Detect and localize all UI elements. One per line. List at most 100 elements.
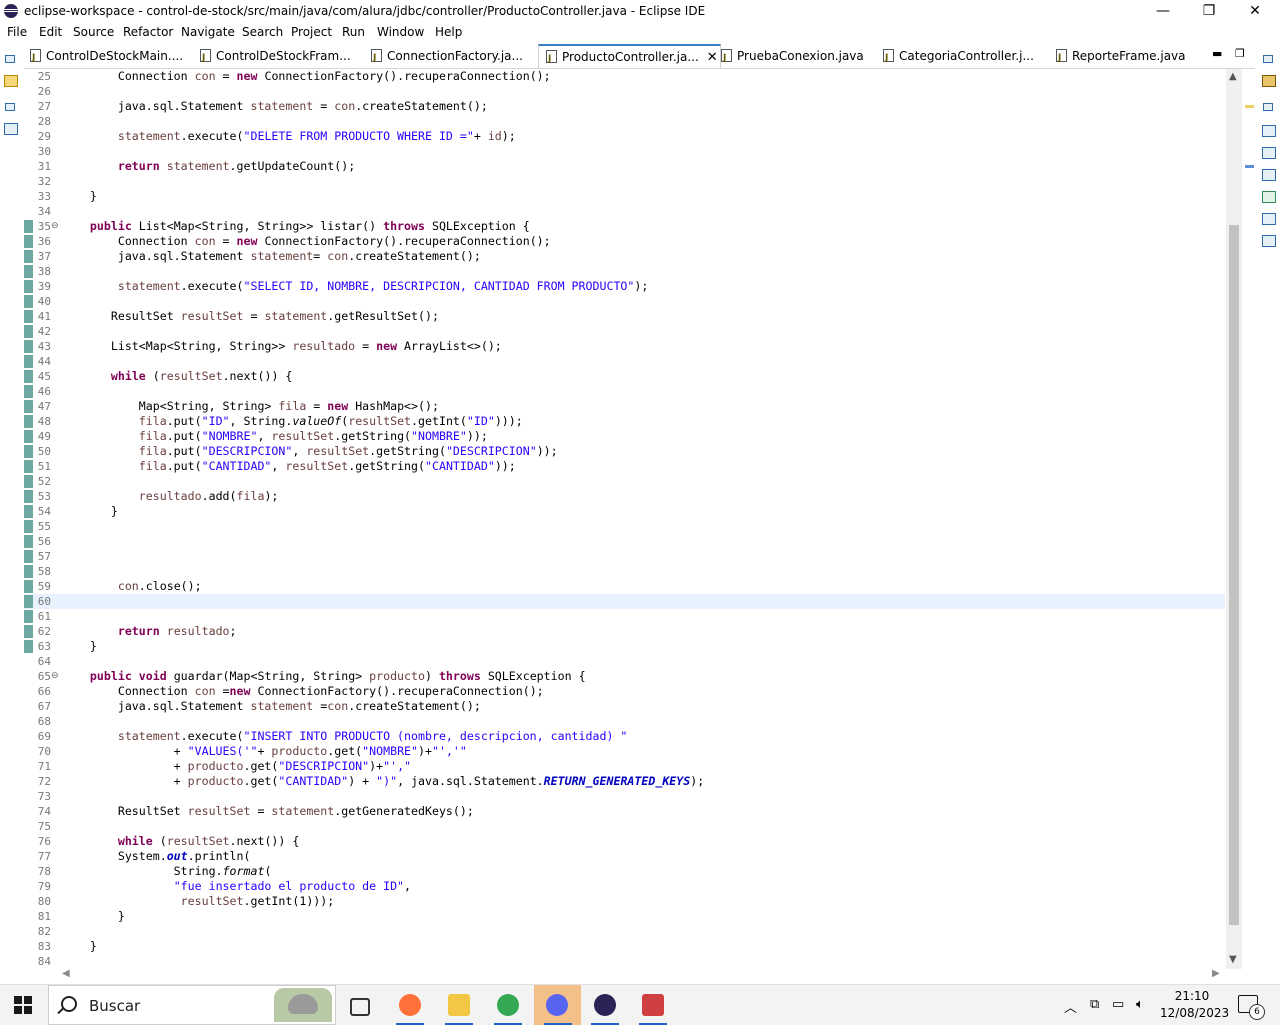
menu-navigate[interactable]: Navigate: [181, 25, 235, 39]
restore-view-icon-2[interactable]: [5, 103, 15, 111]
close-window-button[interactable]: ✕: [1232, 0, 1278, 23]
taskbar-search[interactable]: Buscar: [48, 985, 336, 1025]
maximize-button[interactable]: ❐: [1186, 0, 1232, 23]
close-tab-icon[interactable]: ✕: [707, 50, 718, 65]
tab-controldestockframe[interactable]: ControlDeStockFram...: [200, 45, 351, 69]
task-view-icon[interactable]: [346, 991, 376, 1019]
code-line[interactable]: 54 }: [24, 504, 1225, 519]
code-line[interactable]: 70 + "VALUES('"+ producto.get("NOMBRE")+…: [24, 744, 1225, 759]
code-line[interactable]: 36 Connection con = new ConnectionFactor…: [24, 234, 1225, 249]
java-app-icon[interactable]: [638, 991, 668, 1025]
code-line[interactable]: 77 System.out.println(: [24, 849, 1225, 864]
code-line[interactable]: 84: [24, 954, 1225, 969]
minimize-editor-icon[interactable]: ▬: [1212, 47, 1222, 60]
menu-window[interactable]: Window: [377, 25, 424, 39]
code-line[interactable]: 26: [24, 84, 1225, 99]
overview-marker-occurrence[interactable]: [1245, 165, 1254, 168]
code-line[interactable]: 67 java.sql.Statement statement =con.cre…: [24, 699, 1225, 714]
menu-run[interactable]: Run: [342, 25, 365, 39]
show-hidden-icons-icon[interactable]: ︿: [1064, 997, 1077, 1016]
code-line[interactable]: 37 java.sql.Statement statement= con.cre…: [24, 249, 1225, 264]
code-line[interactable]: 48 fila.put("ID", String.valueOf(resultS…: [24, 414, 1225, 429]
code-editor[interactable]: 25 Connection con = new ConnectionFactor…: [24, 69, 1225, 969]
code-line[interactable]: 63 }: [24, 639, 1225, 654]
code-line[interactable]: 35 ⊖ public List<Map<String, String>> lis…: [24, 219, 1225, 234]
code-line[interactable]: 25 Connection con = new ConnectionFactor…: [24, 69, 1225, 84]
code-line[interactable]: 45 while (resultSet.next()) {: [24, 369, 1225, 384]
task-list-icon[interactable]: [1262, 75, 1276, 87]
code-line[interactable]: 55: [24, 519, 1225, 534]
declaration-icon[interactable]: [1262, 213, 1276, 225]
code-line[interactable]: 39 statement.execute("SELECT ID, NOMBRE,…: [24, 279, 1225, 294]
code-line[interactable]: 83 }: [24, 939, 1225, 954]
code-line[interactable]: 68: [24, 714, 1225, 729]
firefox-icon[interactable]: [395, 991, 425, 1025]
code-line[interactable]: 80 resultSet.getInt(1)));: [24, 894, 1225, 909]
console-icon[interactable]: [1262, 169, 1276, 181]
problems-icon[interactable]: [1262, 125, 1276, 137]
code-line[interactable]: 58: [24, 564, 1225, 579]
code-line[interactable]: 46: [24, 384, 1225, 399]
horizontal-scrollbar[interactable]: ◀ ▶: [62, 968, 1226, 980]
code-line[interactable]: 30: [24, 144, 1225, 159]
code-line[interactable]: 78 String.format(: [24, 864, 1225, 879]
code-line[interactable]: 64: [24, 654, 1225, 669]
meet-now-icon[interactable]: ⧉: [1090, 997, 1099, 1012]
discord-icon[interactable]: [534, 985, 581, 1025]
code-line[interactable]: 34: [24, 204, 1225, 219]
tab-controldestockmain[interactable]: ControlDeStockMain....: [30, 45, 183, 69]
fold-toggle-icon[interactable]: ⊖: [51, 671, 59, 681]
package-explorer-icon[interactable]: [4, 75, 18, 87]
code-line[interactable]: 43 List<Map<String, String>> resultado =…: [24, 339, 1225, 354]
code-line[interactable]: 62 return resultado;: [24, 624, 1225, 639]
maximize-editor-icon[interactable]: ❐: [1235, 47, 1245, 60]
menu-source[interactable]: Source: [73, 25, 114, 39]
code-line[interactable]: 60: [24, 594, 1225, 609]
code-line[interactable]: 42: [24, 324, 1225, 339]
progress-icon[interactable]: [1262, 235, 1276, 247]
file-explorer-icon[interactable]: [444, 991, 474, 1025]
code-line[interactable]: 65 ⊖ public void guardar(Map<String, Stri…: [24, 669, 1225, 684]
code-line[interactable]: 27 java.sql.Statement statement = con.cr…: [24, 99, 1225, 114]
code-line[interactable]: 50 fila.put("DESCRIPCION", resultSet.get…: [24, 444, 1225, 459]
code-line[interactable]: 71 + producto.get("DESCRIPCION")+"',": [24, 759, 1225, 774]
code-line[interactable]: 31 return statement.getUpdateCount();: [24, 159, 1225, 174]
code-line[interactable]: 29 statement.execute("DELETE FROM PRODUC…: [24, 129, 1225, 144]
javadoc-icon[interactable]: [1262, 147, 1276, 159]
code-line[interactable]: 33 }: [24, 189, 1225, 204]
overview-marker-warning[interactable]: [1245, 105, 1254, 108]
code-line[interactable]: 28: [24, 114, 1225, 129]
code-line[interactable]: 53 resultado.add(fila);: [24, 489, 1225, 504]
vertical-scrollbar[interactable]: ▲ ▼: [1226, 69, 1242, 969]
scroll-up-icon[interactable]: ▲: [1229, 71, 1237, 82]
code-line[interactable]: 59 con.close();: [24, 579, 1225, 594]
code-line[interactable]: 41 ResultSet resultSet = statement.getRe…: [24, 309, 1225, 324]
restore-view-icon[interactable]: [5, 55, 15, 63]
code-line[interactable]: 52: [24, 474, 1225, 489]
tab-pruebaconexion[interactable]: PruebaConexion.java: [721, 45, 864, 69]
tab-productocontroller[interactable]: ProductoController.ja... ✕: [538, 44, 721, 70]
code-line[interactable]: 32: [24, 174, 1225, 189]
minimize-button[interactable]: —: [1140, 0, 1186, 23]
code-line[interactable]: 44: [24, 354, 1225, 369]
fold-toggle-icon[interactable]: ⊖: [51, 221, 59, 231]
restore-view-icon-right-2[interactable]: [1263, 103, 1273, 111]
restore-view-icon-right[interactable]: [1263, 55, 1273, 63]
tab-reporteframe[interactable]: ReporteFrame.java: [1056, 45, 1186, 69]
code-line[interactable]: 40: [24, 294, 1225, 309]
code-line[interactable]: 76 while (resultSet.next()) {: [24, 834, 1225, 849]
tab-connectionfactory[interactable]: ConnectionFactory.ja...: [371, 45, 523, 69]
code-line[interactable]: 69 statement.execute("INSERT INTO PRODUC…: [24, 729, 1225, 744]
scroll-down-icon[interactable]: ▼: [1229, 954, 1237, 965]
code-line[interactable]: 51 fila.put("CANTIDAD", resultSet.getStr…: [24, 459, 1225, 474]
code-line[interactable]: 82: [24, 924, 1225, 939]
menu-search[interactable]: Search: [242, 25, 283, 39]
code-line[interactable]: 66 Connection con =new ConnectionFactory…: [24, 684, 1225, 699]
windows-start-icon[interactable]: [14, 996, 32, 1014]
scroll-right-icon[interactable]: ▶: [1212, 968, 1220, 979]
code-line[interactable]: 38: [24, 264, 1225, 279]
code-line[interactable]: 56: [24, 534, 1225, 549]
code-line[interactable]: 73: [24, 789, 1225, 804]
scroll-left-icon[interactable]: ◀: [62, 968, 70, 979]
code-line[interactable]: 57: [24, 549, 1225, 564]
